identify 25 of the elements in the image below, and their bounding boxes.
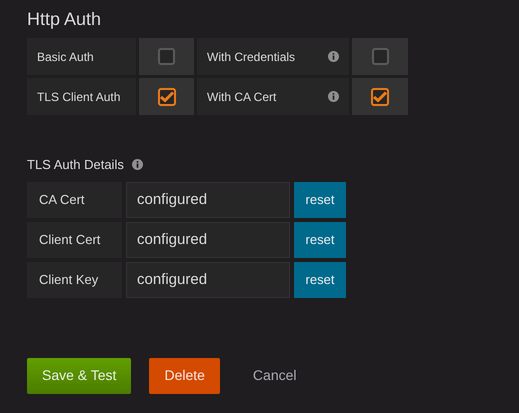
- info-icon: [132, 159, 143, 170]
- checkbox[interactable]: [158, 48, 175, 65]
- input-field[interactable]: configured: [126, 182, 290, 218]
- input-field[interactable]: configured: [126, 262, 290, 298]
- delete-button[interactable]: Delete: [149, 358, 220, 394]
- section-title: TLS Auth Details: [27, 156, 124, 174]
- cancel-link[interactable]: Cancel: [238, 358, 312, 394]
- option-label: TLS Client Auth: [37, 88, 120, 106]
- checkbox[interactable]: [372, 48, 388, 65]
- input-field[interactable]: configured: [126, 222, 290, 258]
- field-label: Client Key: [27, 262, 122, 298]
- option-label: With CA Cert: [207, 88, 276, 106]
- info-icon: [328, 51, 339, 62]
- checkbox[interactable]: [158, 88, 176, 106]
- field-label: CA Cert: [27, 182, 122, 218]
- save-button[interactable]: Save & Test: [27, 358, 132, 394]
- option-label: With Credentials: [207, 48, 296, 66]
- reset-button[interactable]: reset: [294, 262, 346, 298]
- section-title: Http Auth: [27, 8, 102, 30]
- info-icon: [328, 91, 339, 102]
- reset-button[interactable]: reset: [294, 222, 346, 258]
- option-label: Basic Auth: [37, 48, 94, 66]
- reset-button[interactable]: reset: [294, 182, 346, 218]
- field-label: Client Cert: [27, 222, 122, 258]
- checkbox[interactable]: [371, 88, 389, 106]
